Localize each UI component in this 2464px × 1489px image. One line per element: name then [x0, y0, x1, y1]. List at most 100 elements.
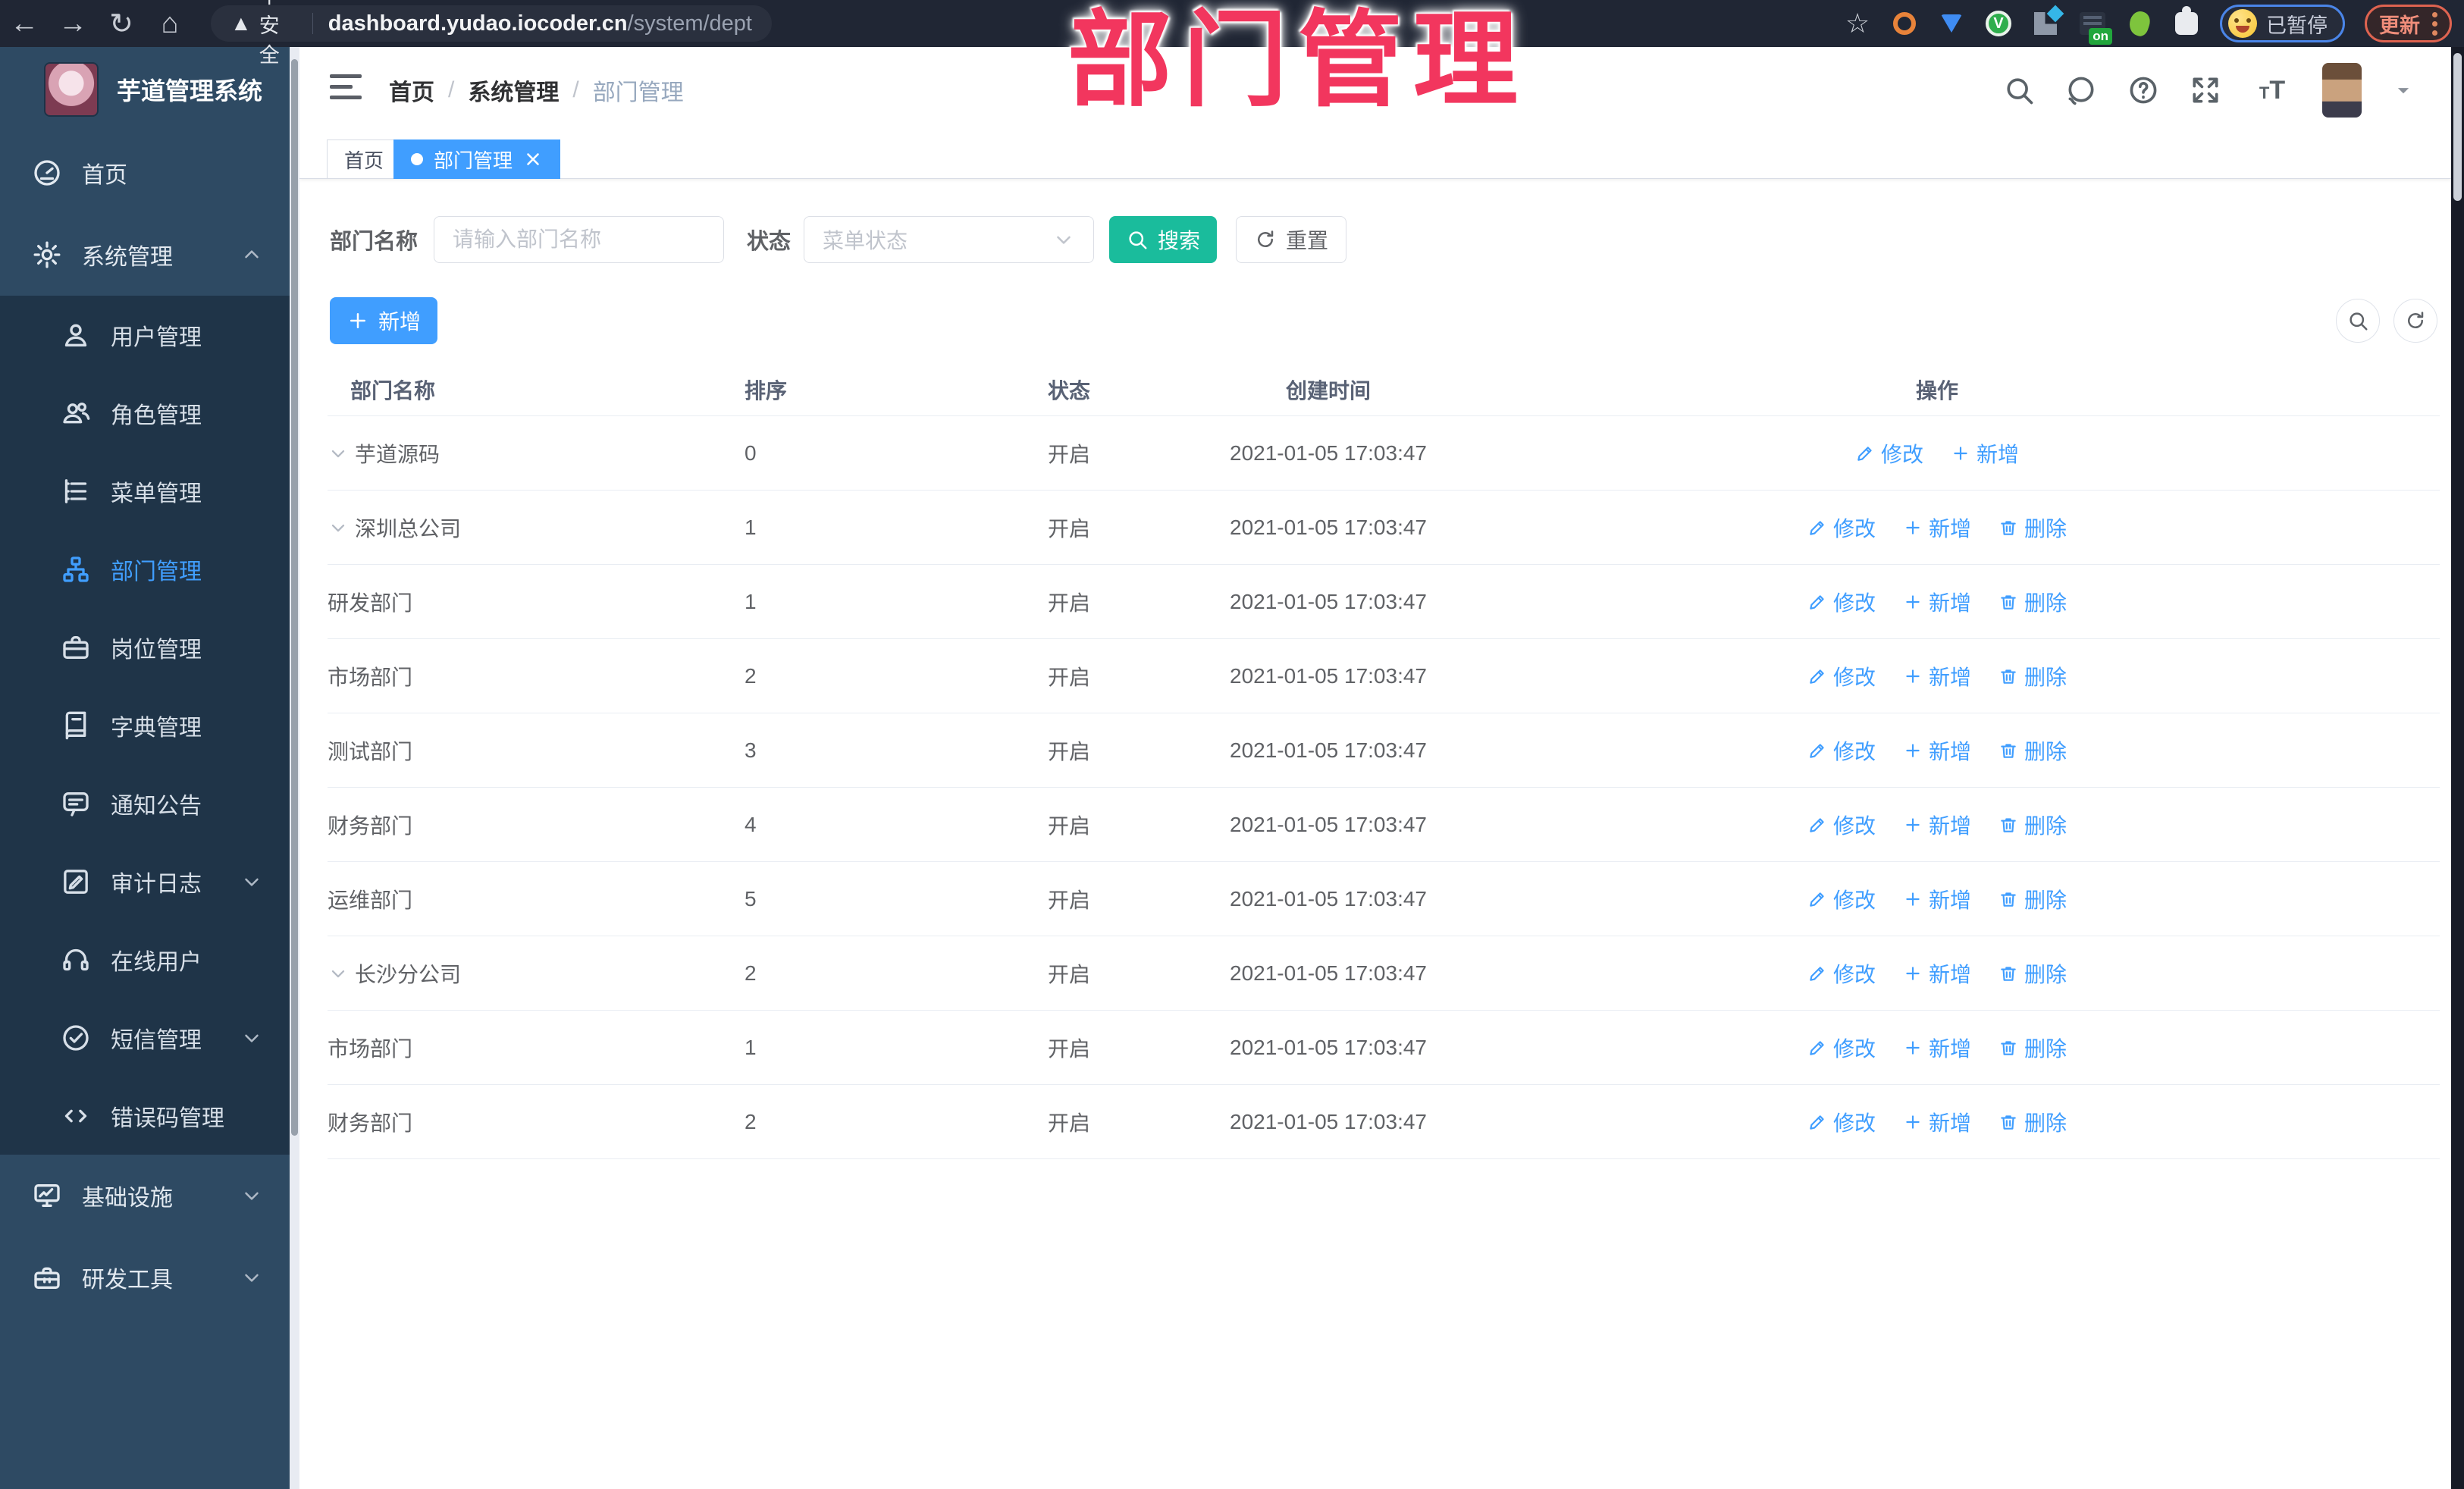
add-action-link[interactable]: 新增: [1903, 810, 1971, 840]
profile-paused-pill[interactable]: 已暂停: [2220, 5, 2345, 42]
add-action-link[interactable]: 新增: [1903, 958, 1971, 989]
extensions-puzzle-icon[interactable]: [2173, 6, 2200, 37]
browser-home-icon[interactable]: ⌂: [146, 8, 194, 40]
edit-action-link[interactable]: 修改: [1807, 1033, 1876, 1063]
sidebar-collapse-icon[interactable]: [330, 74, 362, 105]
sidebar-item-label: 系统管理: [82, 245, 173, 270]
fullscreen-icon[interactable]: [2189, 74, 2222, 107]
browser-reload-icon[interactable]: ↻: [97, 7, 146, 41]
browser-menu-icon[interactable]: [2432, 11, 2437, 36]
delete-action-link[interactable]: 删除: [1998, 587, 2067, 617]
sidebar-item-system[interactable]: 系统管理: [0, 214, 299, 296]
show-search-toggle-button[interactable]: [2336, 299, 2380, 343]
search-icon[interactable]: [2002, 74, 2036, 107]
address-bar[interactable]: ▲ 不安全 dashboard.yudao.iocoder.cn/system/…: [211, 0, 772, 67]
browser-forward-icon[interactable]: →: [49, 8, 97, 40]
dept-name: 研发部门: [328, 591, 413, 615]
chevron-down-icon: [240, 1027, 263, 1049]
browser-update-button[interactable]: 更新: [2365, 5, 2452, 42]
sidebar-item-infra[interactable]: 基础设施: [0, 1155, 299, 1237]
tree-expand-icon[interactable]: [328, 517, 349, 538]
window-scrollbar-thumb[interactable]: [2453, 53, 2462, 201]
active-tab-label: 部门管理: [434, 149, 513, 172]
edit-action-link[interactable]: 修改: [1807, 884, 1876, 914]
add-action-link[interactable]: 新增: [1903, 884, 1971, 914]
extension-fly-icon[interactable]: [2126, 8, 2153, 39]
github-icon[interactable]: [2064, 74, 2098, 107]
sidebar-item-online-user[interactable]: 在线用户: [0, 920, 299, 998]
avatar-caret-icon[interactable]: [2390, 77, 2416, 103]
tab-close-icon[interactable]: [523, 149, 543, 169]
edit-action-link[interactable]: 修改: [1807, 661, 1876, 691]
search-button[interactable]: 搜索: [1109, 216, 1217, 263]
add-action-link[interactable]: 新增: [1903, 735, 1971, 766]
tab-dept-mgmt[interactable]: 部门管理: [393, 139, 561, 179]
sort-cell: 2: [745, 663, 757, 688]
add-action-link[interactable]: 新增: [1903, 1033, 1971, 1063]
delete-action-link[interactable]: 删除: [1998, 513, 2067, 543]
font-size-icon[interactable]: TT: [2251, 76, 2293, 105]
delete-action-link[interactable]: 删除: [1998, 661, 2067, 691]
extension-on-icon[interactable]: on: [2079, 10, 2112, 45]
sidebar-item-role-mgmt[interactable]: 角色管理: [0, 374, 299, 452]
browser-back-icon[interactable]: ←: [0, 8, 49, 40]
reset-button[interactable]: 重置: [1236, 216, 1346, 263]
edit-action-link[interactable]: 修改: [1807, 513, 1876, 543]
tab-home[interactable]: 首页: [327, 139, 402, 179]
site-security-warning[interactable]: ▲ 不安全: [230, 0, 297, 68]
sms-icon: [61, 1023, 91, 1053]
add-action-link[interactable]: 新增: [1903, 1107, 1971, 1137]
sidebar-item-dept-mgmt[interactable]: 部门管理: [0, 530, 299, 608]
sidebar-item-notice[interactable]: 通知公告: [0, 764, 299, 842]
help-icon[interactable]: [2127, 74, 2160, 107]
edit-action-link[interactable]: 修改: [1807, 587, 1876, 617]
delete-action-link[interactable]: 删除: [1998, 1033, 2067, 1063]
sidebar-item-sms-mgmt[interactable]: 短信管理: [0, 998, 299, 1077]
extension-ring-icon[interactable]: [1891, 10, 1918, 37]
refresh-table-button[interactable]: [2393, 299, 2437, 343]
url-host: dashboard.yudao.iocoder.cn: [328, 11, 628, 36]
col-dept-name: 部门名称: [350, 378, 436, 403]
edit-action-link[interactable]: 修改: [1807, 810, 1876, 840]
plus-icon: [1951, 444, 1970, 463]
sidebar-item-audit-log[interactable]: 审计日志: [0, 842, 299, 920]
add-action-link[interactable]: 新增: [1903, 513, 1971, 543]
delete-action-link[interactable]: 删除: [1998, 1107, 2067, 1137]
sidebar-item-user-mgmt[interactable]: 用户管理: [0, 296, 299, 374]
dept-name-input[interactable]: [434, 216, 724, 263]
breadcrumb-home[interactable]: 首页: [389, 74, 434, 107]
window-scrollbar[interactable]: [2451, 47, 2464, 1489]
status-select[interactable]: 菜单状态: [804, 216, 1094, 263]
delete-action-link[interactable]: 删除: [1998, 735, 2067, 766]
sidebar-scrollbar[interactable]: [290, 47, 299, 1489]
extension-grid-icon[interactable]: [2032, 10, 2059, 37]
extension-green-icon[interactable]: V: [1985, 10, 2012, 37]
status-cell: 开启: [1048, 962, 1091, 986]
add-action-link[interactable]: 新增: [1903, 661, 1971, 691]
add-action-link[interactable]: 新增: [1903, 587, 1971, 617]
delete-action-link[interactable]: 删除: [1998, 958, 2067, 989]
sidebar-item-home[interactable]: 首页: [0, 132, 299, 214]
add-action-link[interactable]: 新增: [1951, 438, 2019, 469]
sidebar-item-error-code[interactable]: 错误码管理: [0, 1077, 299, 1155]
delete-action-link[interactable]: 删除: [1998, 884, 2067, 914]
update-label: 更新: [2379, 14, 2420, 37]
edit-action-link[interactable]: 修改: [1807, 735, 1876, 766]
edit-action-link[interactable]: 修改: [1855, 438, 1923, 469]
sidebar-item-dev-tools[interactable]: 研发工具: [0, 1237, 299, 1318]
sidebar-scrollbar-thumb[interactable]: [291, 59, 298, 1136]
user-avatar[interactable]: [2322, 63, 2362, 118]
sidebar-item-dict-mgmt[interactable]: 字典管理: [0, 686, 299, 764]
edit-action-link[interactable]: 修改: [1807, 958, 1876, 989]
sidebar-item-post-mgmt[interactable]: 岗位管理: [0, 608, 299, 686]
edit-action-link[interactable]: 修改: [1807, 1107, 1876, 1137]
actions-cell: 修改 新增 删除: [1434, 810, 2440, 840]
bookmark-star-icon[interactable]: ☆: [1844, 8, 1871, 39]
delete-action-link[interactable]: 删除: [1998, 810, 2067, 840]
tree-expand-icon[interactable]: [328, 963, 349, 984]
extension-drop-icon[interactable]: [1938, 10, 1965, 37]
breadcrumb-system[interactable]: 系统管理: [468, 74, 559, 107]
sidebar-item-menu-mgmt[interactable]: 菜单管理: [0, 452, 299, 530]
tree-expand-icon[interactable]: [328, 443, 349, 464]
add-button[interactable]: 新增: [330, 297, 437, 344]
